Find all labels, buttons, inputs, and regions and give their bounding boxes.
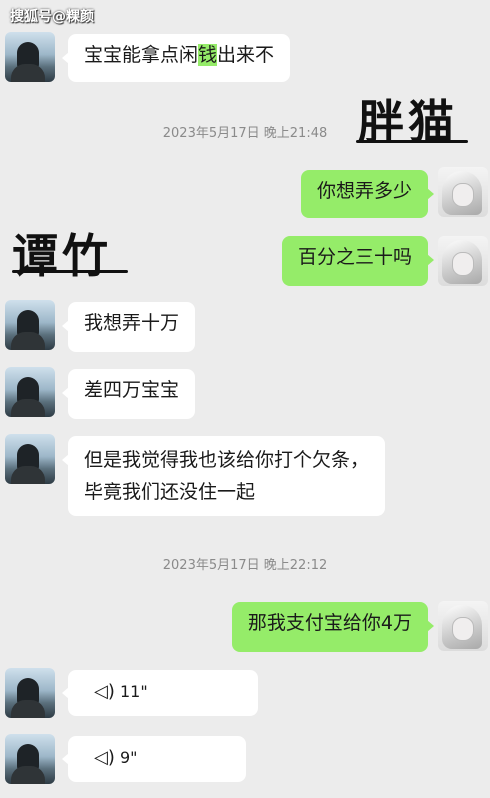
highlighted-text: 钱	[198, 44, 218, 66]
annotation-underline	[12, 270, 128, 273]
timestamp: 2023年5月17日 晚上21:48	[162, 126, 328, 141]
contact-avatar[interactable]	[5, 734, 55, 784]
message-text-line: 但是我觉得我也该给你打个欠条，	[84, 449, 370, 471]
avatar-body	[11, 466, 45, 484]
message-bubble[interactable]: 那我支付宝给你4万	[231, 602, 435, 652]
message-bubble[interactable]: 我想弄十万	[61, 302, 196, 352]
message-text: 差四万宝宝	[84, 379, 180, 401]
voice-duration: 11"	[120, 682, 148, 701]
avatar-face	[452, 252, 474, 276]
message-text: 那我支付宝给你4万	[247, 612, 412, 634]
message-text: 出来不	[217, 44, 275, 66]
message-bubble[interactable]: 百分之三十吗	[281, 236, 435, 286]
avatar-face	[452, 183, 474, 207]
contact-avatar[interactable]	[5, 668, 55, 718]
voice-message[interactable]: ◁) 9"	[62, 736, 246, 782]
avatar-body	[11, 64, 45, 82]
avatar-face	[452, 617, 474, 641]
annotation-label: 谭竹	[12, 229, 112, 283]
message-text: 我想弄十万	[84, 312, 180, 334]
message-bubble[interactable]: 差四万宝宝	[61, 369, 196, 419]
avatar-body	[11, 332, 45, 350]
message-text-line: 毕竟我们还没住一起	[84, 481, 256, 503]
user-avatar[interactable]	[438, 601, 488, 651]
message-text: 百分之三十吗	[297, 246, 412, 268]
voice-wave-icon: ◁)	[94, 681, 115, 702]
message-bubble[interactable]: 宝宝能拿点闲钱出来不	[61, 34, 291, 82]
watermark: 搜狐号@粿颜	[10, 9, 94, 25]
message-text: 宝宝能拿点闲	[84, 44, 199, 66]
message-text: 你想弄多少	[316, 180, 412, 202]
timestamp: 2023年5月17日 晚上22:12	[162, 558, 328, 573]
avatar-body	[11, 766, 45, 784]
contact-avatar[interactable]	[5, 434, 55, 484]
voice-message[interactable]: ◁) 11"	[62, 670, 258, 716]
contact-avatar[interactable]	[5, 300, 55, 350]
message-bubble[interactable]: 但是我觉得我也该给你打个欠条， 毕竟我们还没住一起	[61, 436, 386, 516]
user-avatar[interactable]	[438, 167, 488, 217]
voice-duration: 9"	[120, 748, 138, 767]
contact-avatar[interactable]	[5, 367, 55, 417]
message-bubble[interactable]: 你想弄多少	[300, 170, 435, 218]
contact-avatar[interactable]	[5, 32, 55, 82]
voice-wave-icon: ◁)	[94, 747, 115, 768]
user-avatar[interactable]	[438, 236, 488, 286]
avatar-body	[11, 399, 45, 417]
avatar-body	[11, 700, 45, 718]
